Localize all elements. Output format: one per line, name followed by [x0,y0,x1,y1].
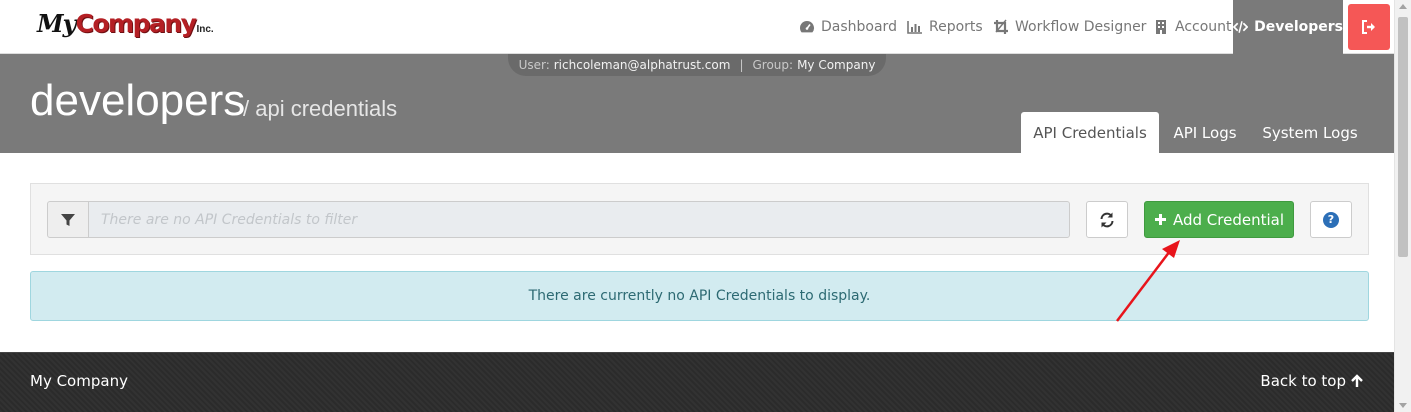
nav-workflow-label: Workflow Designer [1015,19,1147,35]
credentials-toolbar: Add Credential ? [30,183,1369,255]
add-credential-label: Add Credential [1172,210,1284,229]
group-value: My Company [797,58,876,72]
nav-developers[interactable]: Developers [1233,0,1343,54]
bar-chart-icon [907,21,922,34]
help-button[interactable]: ? [1310,201,1352,238]
refresh-button[interactable] [1086,201,1128,238]
user-value: richcoleman@alphatrust.com [553,58,731,72]
logo-company: Company [75,9,197,38]
question-circle-icon: ? [1323,211,1339,228]
refresh-icon [1100,212,1114,227]
session-separator: | [739,58,744,72]
logout-button[interactable] [1348,4,1390,50]
nav-dashboard[interactable]: Dashboard [799,0,897,54]
plus-icon [1154,214,1166,225]
session-info: User: richcoleman@alphatrust.com | Group… [508,54,886,76]
tab-api-credentials[interactable]: API Credentials [1021,112,1159,153]
page-title: developers [30,76,246,125]
logo-inc: Inc. [196,24,214,35]
nav-account[interactable]: Account [1153,0,1232,54]
nav-account-label: Account [1175,19,1232,35]
tachometer-icon [800,21,814,33]
nav-reports-label: Reports [929,19,983,35]
add-credential-button[interactable]: Add Credential [1144,201,1294,238]
company-logo[interactable]: My Company Inc. [37,9,214,45]
top-navbar: My Company Inc. Dashboard Reports Workfl… [0,0,1394,54]
footer: My Company Back to top [0,352,1394,412]
nav-developers-label: Developers [1254,19,1343,35]
tab-api-logs[interactable]: API Logs [1163,112,1247,153]
building-icon [1156,20,1166,34]
logo-my: My [37,9,77,38]
footer-company: My Company [30,372,128,390]
filter-addon [47,201,89,238]
back-to-top-label: Back to top [1260,372,1346,390]
sign-out-icon [1362,20,1375,34]
scroll-down-arrow[interactable] [1399,403,1407,408]
empty-state-alert: There are currently no API Credentials t… [30,271,1369,321]
scroll-up-arrow[interactable] [1399,4,1407,9]
vertical-scrollbar[interactable] [1394,0,1411,412]
nav-workflow-designer[interactable]: Workflow Designer [993,0,1146,54]
scroll-thumb[interactable] [1398,17,1408,257]
nav-reports[interactable]: Reports [907,0,983,54]
filter-input[interactable] [88,201,1070,238]
page-subtitle: / api credentials [243,96,398,121]
empty-state-message: There are currently no API Credentials t… [528,288,871,304]
filter-icon [61,213,75,226]
nav-dashboard-label: Dashboard [821,19,897,35]
user-label: User: [518,58,550,72]
back-to-top-link[interactable]: Back to top [1260,372,1364,390]
tab-system-logs[interactable]: System Logs [1251,112,1369,153]
page-header: User: richcoleman@alphatrust.com | Group… [0,54,1394,153]
code-icon [1233,21,1249,33]
group-label: Group: [752,58,794,72]
arrow-up-icon [1351,374,1363,387]
crop-tool-icon [994,19,1008,34]
